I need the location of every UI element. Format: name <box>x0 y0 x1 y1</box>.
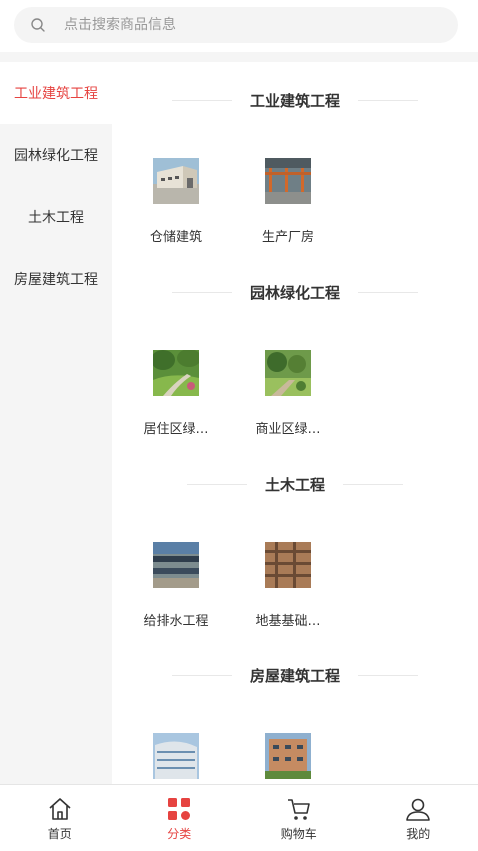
search-bar <box>0 0 478 52</box>
sidebar-item-label: 房屋建筑工程 <box>14 269 98 289</box>
product-name: 仓储建筑 <box>150 226 202 245</box>
garden-image <box>153 350 199 396</box>
product-item-residential-green[interactable]: 居住区绿… <box>136 350 216 437</box>
section-title: 工业建筑工程 <box>112 90 478 111</box>
sidebar-item-label: 园林绿化工程 <box>14 145 98 165</box>
category-sidebar: 工业建筑工程 园林绿化工程 土木工程 房屋建筑工程 <box>0 62 112 784</box>
sidebar-item-industrial[interactable]: 工业建筑工程 <box>0 62 112 124</box>
section-title: 园林绿化工程 <box>112 282 478 303</box>
home-icon <box>47 797 73 821</box>
product-name: 地基基础… <box>255 610 320 629</box>
section-title-text: 房屋建筑工程 <box>250 665 340 686</box>
product-item[interactable] <box>136 733 216 784</box>
product-name: 居住区绿… <box>143 418 208 437</box>
sidebar-item-label: 土木工程 <box>28 207 84 227</box>
factory-image <box>265 158 311 204</box>
product-list: 工业建筑工程 仓储建筑 生产厂房 园林绿化工程 <box>112 62 478 784</box>
tab-category[interactable]: 分类 <box>120 785 240 851</box>
category-icon <box>167 797 191 821</box>
pipe-image <box>153 542 199 588</box>
tab-label: 分类 <box>167 825 191 842</box>
product-item-warehouse[interactable]: 仓储建筑 <box>136 158 216 245</box>
section-title: 土木工程 <box>112 474 478 495</box>
section-title-text: 园林绿化工程 <box>250 282 340 303</box>
product-item-foundation[interactable]: 地基基础… <box>248 542 328 629</box>
tab-profile[interactable]: 我的 <box>359 785 478 851</box>
divider <box>0 52 478 62</box>
section-title: 房屋建筑工程 <box>112 665 478 686</box>
product-name: 生产厂房 <box>262 226 314 245</box>
product-item-commercial-green[interactable]: 商业区绿… <box>248 350 328 437</box>
section-title-text: 工业建筑工程 <box>250 90 340 111</box>
foundation-image <box>265 542 311 588</box>
product-name: 商业区绿… <box>255 418 320 437</box>
search-input[interactable] <box>62 16 426 34</box>
section-title-text: 土木工程 <box>265 474 325 495</box>
product-name: 给排水工程 <box>143 610 208 629</box>
sidebar-item-civil[interactable]: 土木工程 <box>0 186 112 248</box>
search-box[interactable] <box>14 7 458 43</box>
sidebar-item-landscape[interactable]: 园林绿化工程 <box>0 124 112 186</box>
tab-cart[interactable]: 购物车 <box>239 785 359 851</box>
product-item[interactable] <box>248 733 328 784</box>
product-item-water-supply[interactable]: 给排水工程 <box>136 542 216 629</box>
tab-home[interactable]: 首页 <box>0 785 120 851</box>
building-image <box>153 733 199 779</box>
garden-image <box>265 350 311 396</box>
product-item-factory[interactable]: 生产厂房 <box>248 158 328 245</box>
tab-label: 购物车 <box>281 825 317 842</box>
tab-label: 首页 <box>48 825 72 842</box>
cart-icon <box>286 797 312 821</box>
sidebar-item-housing[interactable]: 房屋建筑工程 <box>0 248 112 310</box>
building-image <box>265 733 311 779</box>
search-icon <box>30 17 46 33</box>
tab-label: 我的 <box>406 825 430 842</box>
user-icon <box>405 797 431 821</box>
sidebar-item-label: 工业建筑工程 <box>14 83 98 103</box>
bottom-tab-bar: 首页 分类 购物车 我的 <box>0 784 478 851</box>
warehouse-image <box>153 158 199 204</box>
